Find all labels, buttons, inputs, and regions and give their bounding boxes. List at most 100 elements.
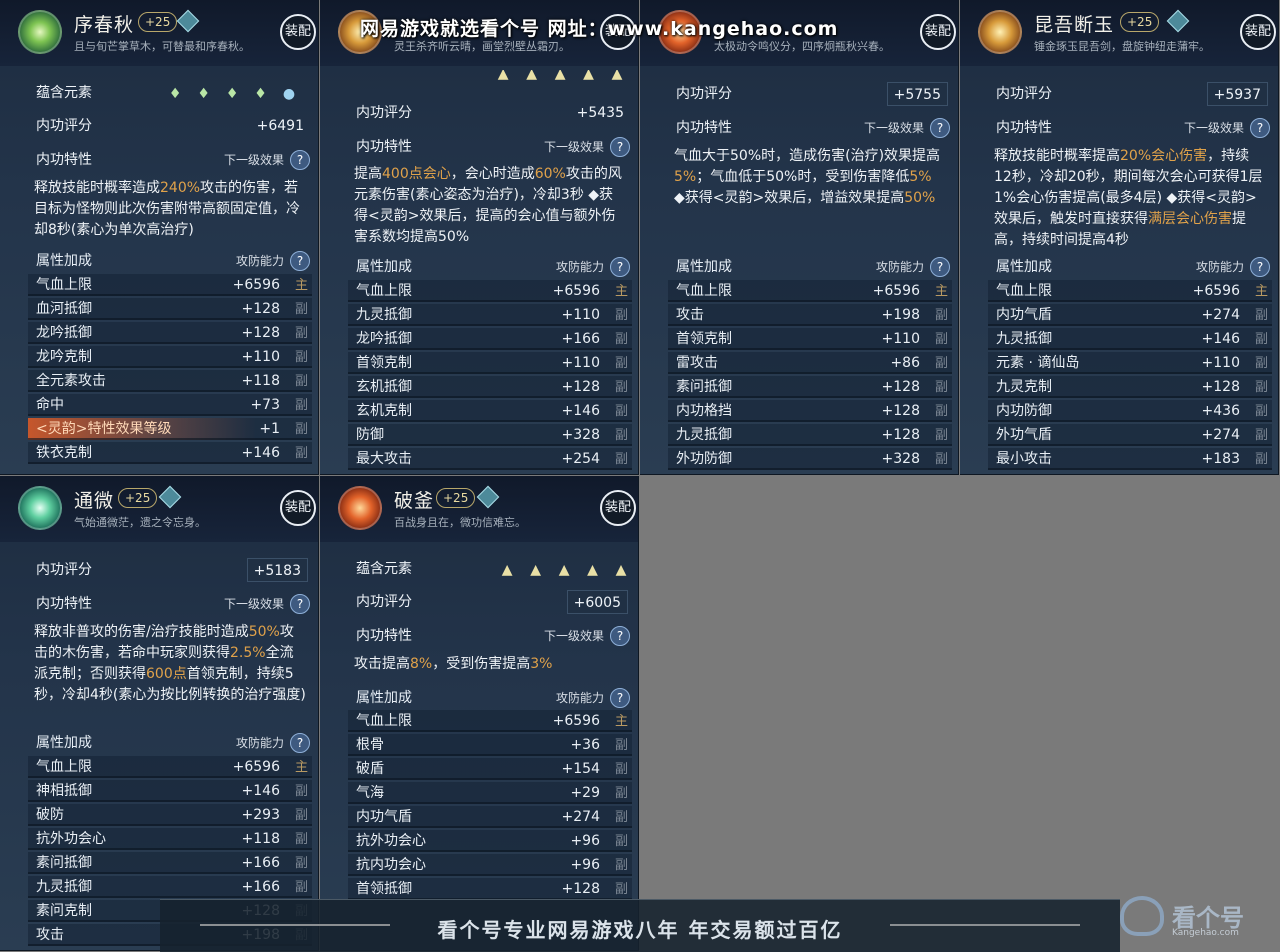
highlight-text: 5%: [909, 169, 932, 185]
panel-header: 序春秋 +25 且与旬芒掌草木，可替最和序春秋。 装配: [0, 0, 318, 66]
attr-value: +274: [1201, 307, 1240, 323]
help-icon[interactable]: ?: [610, 626, 630, 646]
attr-row: 首领克制 +110 副: [668, 328, 952, 350]
attr-row: 素问抵御 +166 副: [28, 852, 312, 874]
help-icon[interactable]: ?: [610, 257, 630, 277]
site-logo: 看个号 Kangehao.com: [1120, 890, 1270, 948]
trait-label: 内功特性: [356, 139, 412, 155]
help-icon[interactable]: ?: [1250, 118, 1270, 138]
attr-label: 玄机克制: [356, 403, 412, 419]
trait-label: 内功特性: [36, 596, 92, 612]
equip-button[interactable]: 装配: [600, 490, 636, 526]
attr-row: 龙吟抵御 +166 副: [348, 328, 632, 350]
attr-value: +110: [1201, 355, 1240, 371]
gold-element-icon: ▲: [587, 562, 598, 578]
next-level-link[interactable]: 下一级效果: [1184, 116, 1244, 140]
attr-value: +128: [241, 325, 280, 341]
equip-button[interactable]: 装配: [280, 14, 316, 50]
help-icon[interactable]: ?: [290, 594, 310, 614]
next-level-link[interactable]: 下一级效果: [224, 148, 284, 172]
attr-label: 气血上限: [356, 713, 412, 729]
highlight-text: 8%: [410, 656, 433, 672]
help-icon[interactable]: ?: [610, 137, 630, 157]
attr-row: 玄机克制 +146 副: [348, 400, 632, 422]
attr-value: +6596: [872, 283, 920, 299]
rarity-diamond-icon: [476, 485, 500, 509]
attr-value: +154: [561, 761, 600, 777]
elements-label: 蕴含元素: [356, 561, 412, 577]
atk-def-label: 攻防能力: [555, 691, 604, 705]
attr-value: +146: [561, 403, 600, 419]
attr-label: 龙吟克制: [36, 349, 92, 365]
next-level-link[interactable]: 下一级效果: [544, 135, 604, 159]
attr-value: +110: [561, 355, 600, 371]
help-icon[interactable]: ?: [290, 251, 310, 271]
sub-attr-tag: 副: [1254, 452, 1268, 467]
elements-row: 蕴含元素 ♦ ♦ ♦ ♦ ●: [28, 81, 312, 105]
sub-attr-tag: 副: [294, 784, 308, 799]
score-value: +6005: [566, 590, 628, 614]
highlight-text: 50%: [248, 624, 280, 640]
gold-element-icon: ▲: [611, 70, 623, 82]
help-icon[interactable]: ?: [610, 688, 630, 708]
sub-attr-tag: 副: [614, 810, 628, 825]
attr-value: +274: [561, 809, 600, 825]
atk-def-label: 攻防能力: [235, 254, 284, 268]
panel-po-fu: 破釜 +25 百战身且在，微功信难忘。 装配 蕴含元素 ▲ ▲ ▲ ▲ ▲ 内功…: [320, 476, 639, 951]
atk-def-label: 攻防能力: [1195, 260, 1244, 274]
score-label: 内功评分: [36, 562, 92, 578]
attr-value: +36: [570, 737, 600, 753]
element-icons: ▲ ▲ ▲ ▲ ▲: [490, 558, 628, 580]
next-level-link[interactable]: 下一级效果: [864, 116, 924, 140]
gold-element-icon: ▲: [554, 70, 566, 82]
attr-row: 破防 +293 副: [28, 804, 312, 826]
attr-label: 全元素攻击: [36, 373, 106, 389]
score-label: 内功评分: [356, 594, 412, 610]
attr-value: +1: [259, 421, 280, 437]
attr-row: 气血上限 +6596 主: [28, 756, 312, 778]
attr-value: +128: [561, 379, 600, 395]
attr-label: 破防: [36, 807, 64, 823]
panel-header: 通微 +25 气始通微茫，遗之令忘身。 装配: [0, 476, 318, 542]
attr-row: 龙吟抵御 +128 副: [28, 322, 312, 344]
trait-row: 内功特性 下一级效果 ?: [28, 148, 312, 172]
attr-value: +110: [241, 349, 280, 365]
score-value: +5435: [576, 105, 624, 121]
next-level-link[interactable]: 下一级效果: [224, 592, 284, 616]
attr-value: +118: [241, 831, 280, 847]
attr-value: +128: [881, 379, 920, 395]
help-icon[interactable]: ?: [930, 257, 950, 277]
attr-value: +128: [241, 301, 280, 317]
leaf-element-icon: ♦: [168, 86, 182, 102]
equip-button[interactable]: 装配: [1240, 14, 1276, 50]
score-label: 内功评分: [996, 86, 1052, 102]
help-icon[interactable]: ?: [930, 118, 950, 138]
gem-icon: [338, 486, 382, 530]
attr-bonus-label: 属性加成: [36, 735, 92, 751]
attr-bonus-label: 属性加成: [36, 253, 92, 269]
panel-motto: 且与旬芒掌草木，可替最和序春秋。: [74, 40, 250, 53]
help-icon[interactable]: ?: [1250, 257, 1270, 277]
equip-button[interactable]: 装配: [280, 490, 316, 526]
attr-row: <灵韵>特性效果等级 +1 副: [28, 418, 312, 440]
attr-row: 最小攻击 +183 副: [988, 448, 1272, 470]
attr-label: 内功格挡: [676, 403, 732, 419]
footer-banner: 看个号专业网易游戏八年 年交易额过百亿: [160, 899, 1120, 952]
score-value: +5755: [886, 82, 948, 106]
gem-icon: [978, 10, 1022, 54]
attr-label: 龙吟抵御: [356, 331, 412, 347]
next-level-link[interactable]: 下一级效果: [544, 624, 604, 648]
sub-attr-tag: 副: [614, 332, 628, 347]
score-value: +6491: [256, 118, 304, 134]
trait-row: 内功特性 下一级效果 ?: [348, 135, 632, 159]
attr-row: 外功气盾 +274 副: [988, 424, 1272, 446]
help-icon[interactable]: ?: [290, 733, 310, 753]
help-icon[interactable]: ?: [290, 150, 310, 170]
score-row: 内功评分 +5183: [28, 558, 312, 582]
attr-row: 玄机抵御 +128 副: [348, 376, 632, 398]
attr-row: 抗外功会心 +118 副: [28, 828, 312, 850]
attr-row: 气海 +29 副: [348, 782, 632, 804]
sub-attr-tag: 副: [614, 858, 628, 873]
attr-header: 属性加成 攻防能力 ?: [348, 686, 632, 710]
attr-row: 内功气盾 +274 副: [988, 304, 1272, 326]
